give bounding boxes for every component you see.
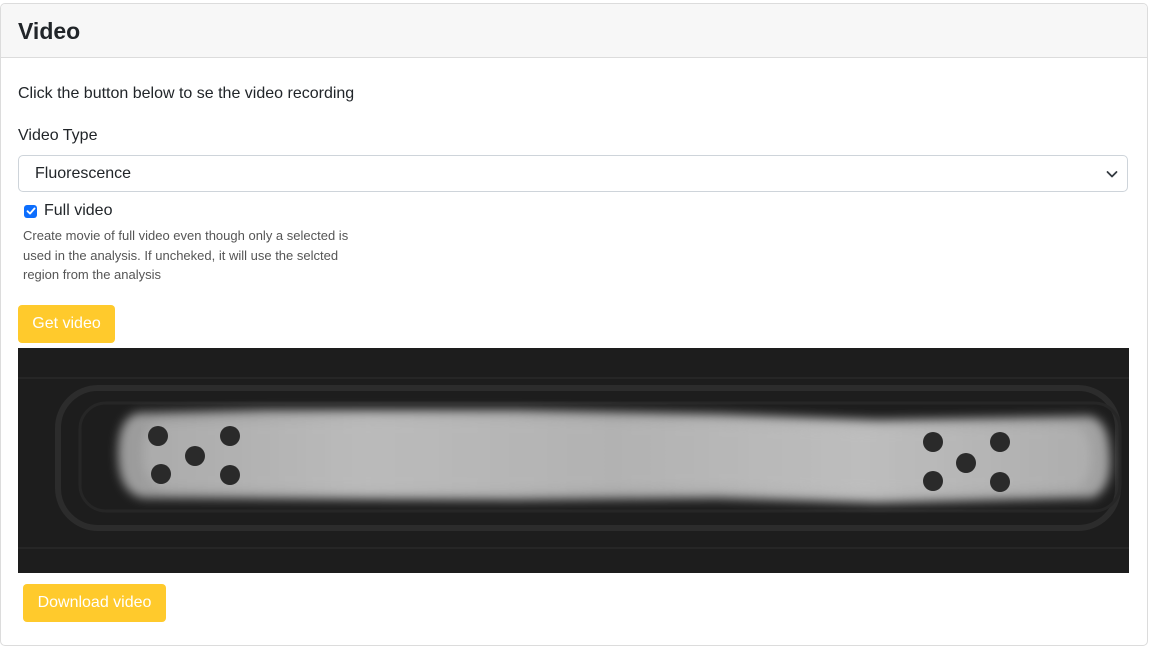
chevron-down-icon	[1106, 171, 1118, 178]
video-type-label: Video Type	[18, 127, 98, 144]
full-video-label[interactable]: Full video	[44, 202, 112, 220]
card-title: Video	[18, 18, 81, 44]
check-icon	[26, 207, 35, 215]
card-header: Video	[1, 4, 1147, 58]
video-type-selected-value: Fluorescence	[35, 164, 132, 182]
video-frame-image	[18, 348, 1129, 573]
video-card: Video Click the button below to se the v…	[0, 3, 1148, 646]
full-video-row: Full video	[24, 202, 112, 220]
video-preview	[18, 348, 1129, 573]
get-video-button[interactable]: Get video	[18, 305, 115, 343]
full-video-help-text: Create movie of full video even though o…	[23, 228, 349, 282]
full-video-checkbox[interactable]	[24, 204, 37, 218]
video-type-select[interactable]: Fluorescence	[18, 155, 1128, 192]
intro-text: Click the button below to se the video r…	[18, 85, 355, 102]
download-video-button[interactable]: Download video	[23, 584, 166, 622]
